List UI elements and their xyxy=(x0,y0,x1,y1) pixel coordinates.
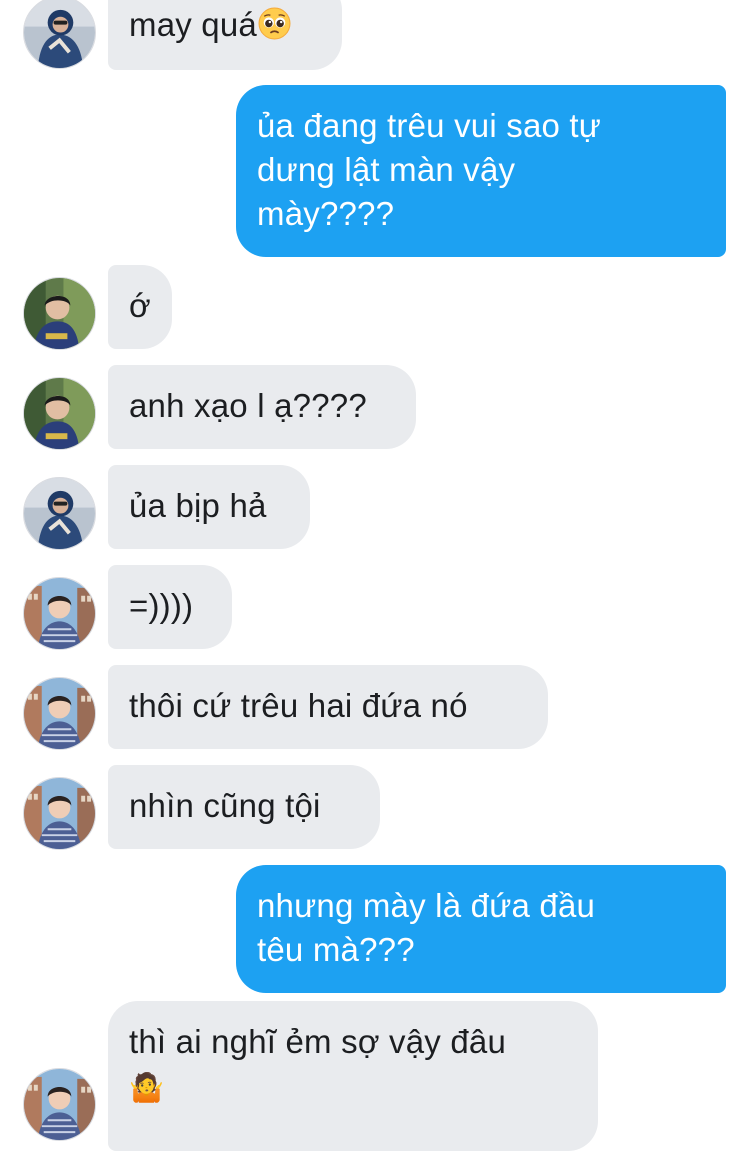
message-text: nhìn cũng tội xyxy=(129,787,321,824)
message-text: =)))) xyxy=(129,587,194,624)
avatar[interactable] xyxy=(23,0,96,69)
avatar[interactable] xyxy=(23,1068,96,1141)
message-text: thôi cứ trêu hai đứa nó xyxy=(129,687,468,724)
message-text: may quá xyxy=(129,6,257,43)
message-line: ủa đang trêu vui sao tự xyxy=(257,107,602,144)
avatar[interactable] xyxy=(23,777,96,850)
avatar[interactable] xyxy=(23,677,96,750)
pleading-face-icon xyxy=(258,7,291,40)
message-text: anh xạo l ạ???? xyxy=(129,387,367,424)
message-line: dưng lật màn vậy xyxy=(257,151,516,188)
message-text: ớ xyxy=(129,287,151,324)
message-text: ủa bịp hả xyxy=(129,487,267,524)
message-bubble-incoming[interactable]: nhìn cũng tội xyxy=(108,765,380,849)
message-bubble-incoming[interactable]: thôi cứ trêu hai đứa nó xyxy=(108,665,548,749)
avatar[interactable] xyxy=(23,477,96,550)
avatar[interactable] xyxy=(23,377,96,450)
message-bubble-incoming[interactable]: ủa bịp hả xyxy=(108,465,310,549)
message-line: têu mà??? xyxy=(257,931,415,968)
message-line: nhưng mày là đứa đầu xyxy=(257,887,596,924)
avatar[interactable] xyxy=(23,577,96,650)
message-bubble-incoming[interactable]: anh xạo l ạ???? xyxy=(108,365,416,449)
message-bubble-incoming[interactable]: =)))) xyxy=(108,565,232,649)
message-line: mày???? xyxy=(257,195,395,232)
message-bubble-incoming[interactable]: may quá xyxy=(108,0,342,70)
message-bubble-outgoing[interactable]: nhưng mày là đứa đầu têu mà??? xyxy=(236,865,726,993)
avatar[interactable] xyxy=(23,277,96,350)
message-line: thì ai nghĩ ẻm sợ vậy đâu xyxy=(129,1023,507,1060)
person-shrugging-icon: 🤷 xyxy=(129,1071,165,1104)
message-bubble-outgoing[interactable]: ủa đang trêu vui sao tự dưng lật màn vậy… xyxy=(236,85,726,257)
message-bubble-incoming[interactable]: ớ xyxy=(108,265,172,349)
